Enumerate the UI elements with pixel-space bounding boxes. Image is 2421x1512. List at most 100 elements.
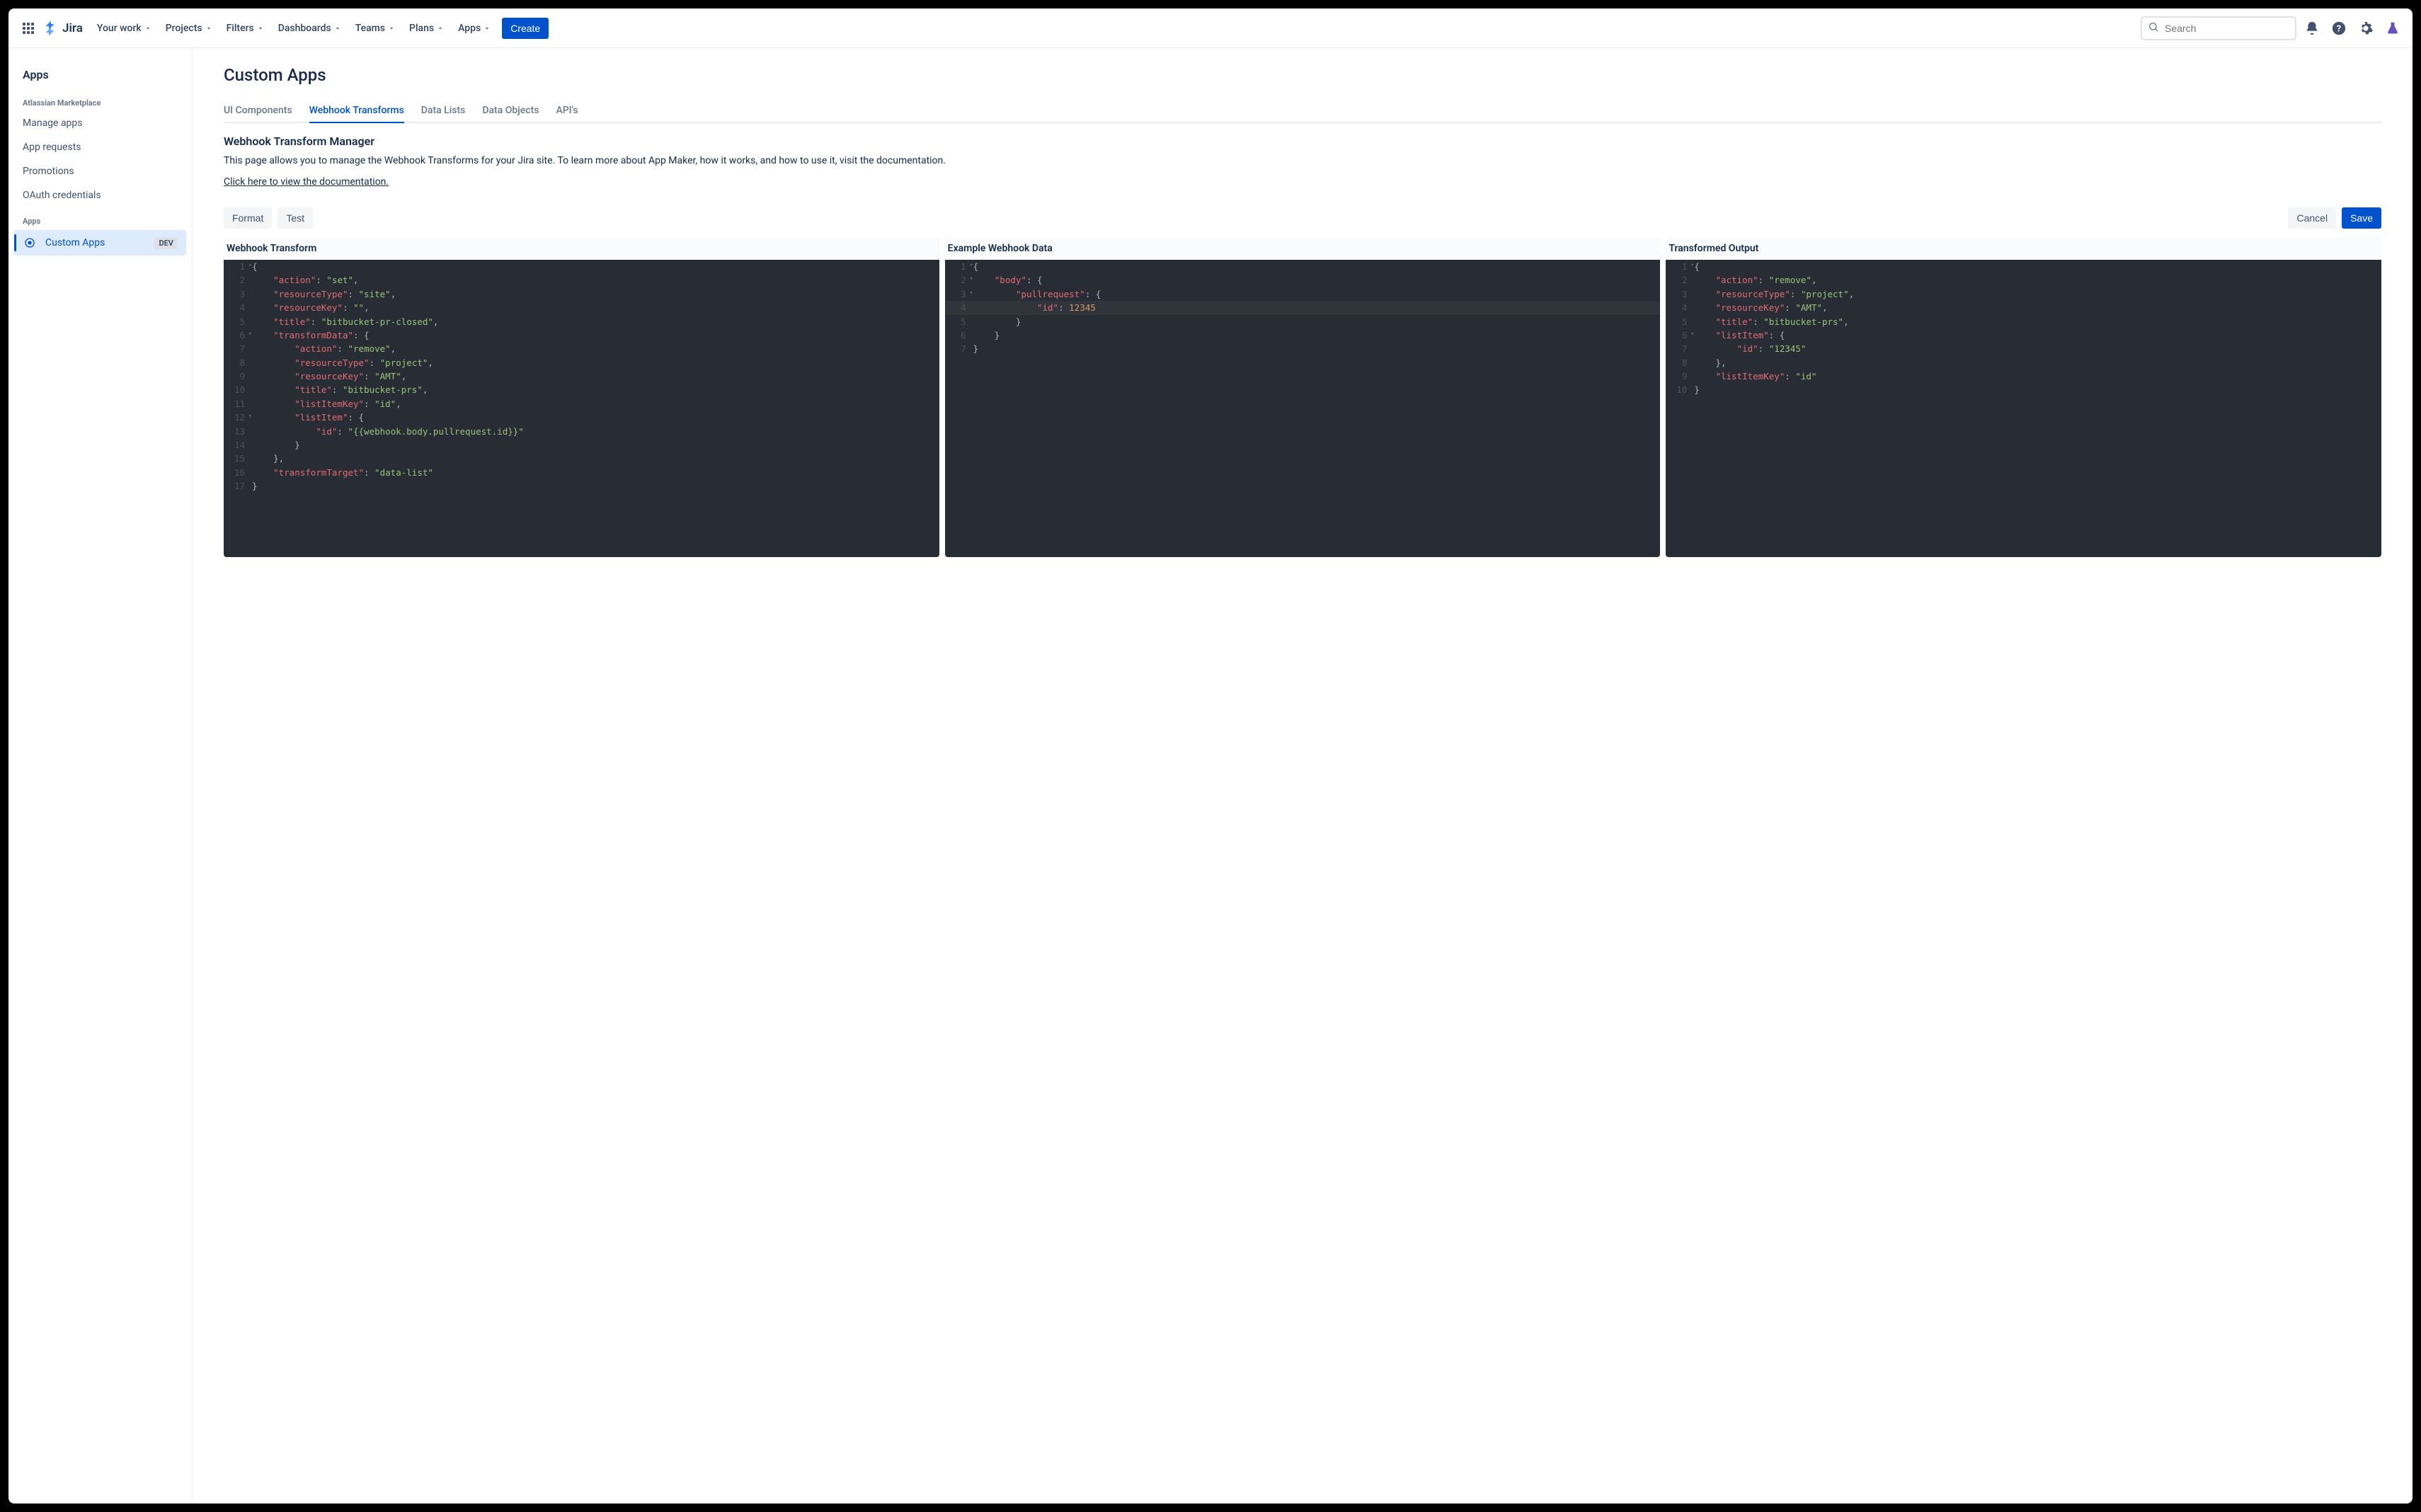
nav-item[interactable]: Plans — [404, 18, 450, 38]
fold-icon[interactable]: ▾ — [969, 289, 973, 299]
code-line: 3▾ "pullrequest": { — [945, 287, 1661, 301]
sidebar-item-label: Custom Apps — [45, 237, 105, 248]
create-button[interactable]: Create — [502, 18, 549, 39]
code-line: 8 }, — [1666, 356, 2381, 370]
chevron-down-icon — [483, 25, 491, 32]
line-number: 5 — [224, 315, 252, 328]
app-switcher-icon — [23, 23, 34, 34]
code-content: "title": "bitbucket-prs", — [1694, 315, 2381, 328]
search-box — [2141, 16, 2296, 40]
fold-icon[interactable]: ▾ — [1690, 261, 1694, 271]
sidebar-item-label: Manage apps — [23, 118, 83, 129]
line-number: 13 — [224, 425, 252, 438]
code-content: "resourceKey": "AMT", — [252, 370, 939, 383]
line-number: 15 — [224, 452, 252, 465]
sidebar-item-label: App requests — [23, 142, 81, 153]
sidebar-item[interactable]: Promotions — [14, 160, 186, 183]
format-button[interactable]: Format — [224, 207, 272, 229]
svg-text:?: ? — [2337, 23, 2341, 34]
chevron-down-icon — [334, 25, 341, 32]
code-editor[interactable]: 1▾{2▾ "body": {3▾ "pullrequest": {4 "id"… — [945, 260, 1661, 557]
action-bar: Format Test Cancel Save — [224, 207, 2381, 229]
line-number: 14 — [224, 438, 252, 452]
tab[interactable]: Webhook Transforms — [309, 99, 404, 123]
search-input[interactable] — [2141, 16, 2296, 40]
nav-item-label: Dashboards — [278, 23, 331, 34]
chevron-down-icon — [388, 25, 395, 32]
line-number: 7 — [1666, 342, 1694, 355]
line-number: 11 — [224, 397, 252, 411]
nav-item-label: Plans — [409, 23, 434, 34]
nav-item[interactable]: Your work — [91, 18, 157, 38]
line-number: 5 — [1666, 315, 1694, 328]
code-line: 4 "resourceKey": "AMT", — [1666, 301, 2381, 314]
code-line: 6▾ "listItem": { — [1666, 328, 2381, 342]
code-content: "listItem": { — [252, 411, 939, 424]
documentation-link[interactable]: Click here to view the documentation. — [224, 176, 389, 188]
tab[interactable]: UI Components — [224, 99, 292, 123]
topbar: Jira Your work ProjectsFilters Dashboards T… — [8, 8, 2413, 48]
code-line: 1▾{ — [224, 260, 939, 273]
code-line: 7} — [945, 342, 1661, 355]
nav-item-label: Apps — [458, 23, 481, 34]
sidebar-item[interactable]: OAuth credentials — [14, 184, 186, 207]
jira-logo[interactable]: Jira — [42, 20, 83, 37]
code-line: 5 "title": "bitbucket-pr-closed", — [224, 315, 939, 328]
tab[interactable]: API's — [556, 99, 578, 123]
code-content: "transformTarget": "data-list" — [252, 466, 939, 479]
tab[interactable]: Data Objects — [482, 99, 539, 123]
code-content: "listItemKey": "id", — [252, 397, 939, 411]
code-content: "transformData": { — [252, 328, 939, 342]
fold-icon[interactable]: ▾ — [248, 330, 252, 340]
nav-item[interactable]: Apps — [452, 18, 496, 38]
nav-item[interactable]: Dashboards — [273, 18, 347, 38]
nav-item-label: Your work — [97, 23, 142, 34]
jira-logo-icon — [42, 20, 59, 37]
code-editor[interactable]: 1▾{2 "action": "remove",3 "resourceType"… — [1666, 260, 2381, 557]
help-button[interactable]: ? — [2328, 17, 2350, 40]
code-content: "id": "{{webhook.body.pullrequest.id}}" — [252, 425, 939, 438]
fold-icon[interactable]: ▾ — [969, 275, 973, 285]
save-button[interactable]: Save — [2342, 207, 2381, 229]
code-content: { — [1694, 260, 2381, 273]
line-number: 1▾ — [1666, 260, 1694, 273]
code-line: 9 "resourceKey": "AMT", — [224, 370, 939, 383]
app-switcher-button[interactable] — [17, 17, 40, 40]
editor-label: Transformed Output — [1666, 237, 2381, 260]
code-line: 10} — [1666, 383, 2381, 396]
sidebar-item[interactable]: Manage apps — [14, 112, 186, 134]
line-number: 1▾ — [224, 260, 252, 273]
fold-icon[interactable]: ▾ — [1690, 330, 1694, 340]
sidebar-item[interactable]: Custom Apps DEV — [14, 230, 186, 256]
line-number: 5 — [945, 315, 973, 328]
nav-item[interactable]: Teams — [350, 18, 401, 38]
notifications-button[interactable] — [2301, 17, 2323, 40]
nav-item[interactable]: Filters — [221, 18, 270, 38]
test-button[interactable]: Test — [277, 207, 313, 229]
line-number: 8 — [224, 356, 252, 370]
tab[interactable]: Data Lists — [421, 99, 466, 123]
fold-icon[interactable]: ▾ — [248, 261, 252, 271]
line-number: 4 — [224, 301, 252, 314]
fold-icon[interactable]: ▾ — [969, 261, 973, 271]
tabs: UI Components Webhook Transforms Data List… — [224, 99, 2381, 123]
cancel-button[interactable]: Cancel — [2288, 207, 2336, 229]
labs-button[interactable] — [2381, 17, 2404, 40]
code-editor[interactable]: 1▾{2 "action": "set",3 "resourceType": "… — [224, 260, 939, 557]
search-icon — [2148, 21, 2159, 35]
code-line: 3 "resourceType": "site", — [224, 287, 939, 301]
sidebar-item[interactable]: App requests — [14, 136, 186, 159]
sidebar-section-label: Apps — [14, 208, 186, 229]
code-line: 14 } — [224, 438, 939, 452]
nav-item[interactable]: Projects — [160, 18, 218, 38]
settings-button[interactable] — [2354, 17, 2377, 40]
line-number: 3 — [1666, 287, 1694, 301]
code-content: { — [973, 260, 1661, 273]
code-line: 6▾ "transformData": { — [224, 328, 939, 342]
code-content: "title": "bitbucket-pr-closed", — [252, 315, 939, 328]
dev-badge: DEV — [154, 237, 178, 249]
gear-icon — [2358, 21, 2374, 36]
fold-icon[interactable]: ▾ — [248, 412, 252, 422]
code-line: 9 "listItemKey": "id" — [1666, 370, 2381, 383]
page-title: Custom Apps — [224, 65, 2381, 85]
